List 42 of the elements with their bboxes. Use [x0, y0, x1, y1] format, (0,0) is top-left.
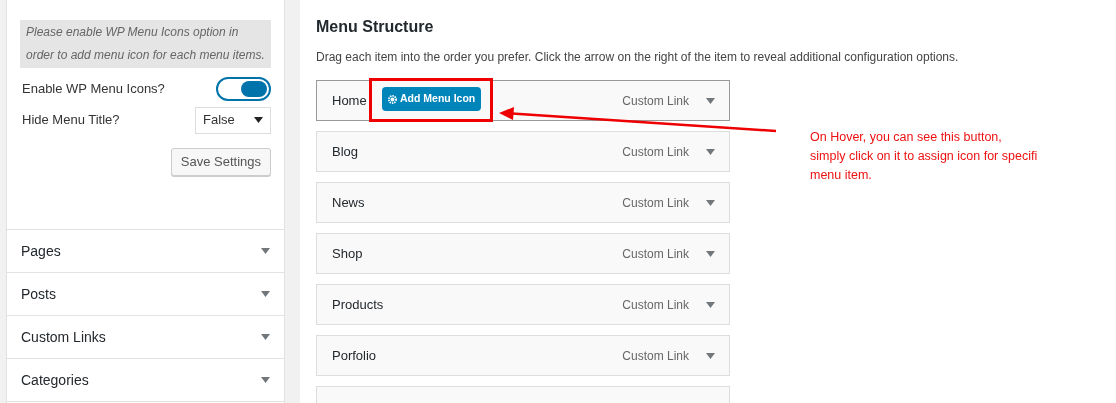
caret-icon [706, 199, 715, 206]
caret-icon [261, 248, 270, 254]
annotation-text: menu item. [810, 167, 873, 184]
menu-item[interactable]: Home Add Menu Icon Custom Link [316, 80, 730, 121]
item-title: Blog [332, 142, 359, 161]
caret-icon [261, 334, 270, 340]
caret-icon [261, 377, 270, 383]
item-type: Custom Link [622, 92, 689, 110]
caret-icon [261, 291, 270, 297]
notice-text: Please enable WP Menu Icons option in order to add menu icon for each menu items. [20, 20, 271, 68]
caret-icon [706, 97, 715, 104]
caret-icon [706, 250, 715, 257]
setting-label: Hide Menu Title? [22, 111, 120, 130]
add-menu-icon-button[interactable]: Add Menu Icon [382, 87, 482, 111]
item-title: Shop [332, 244, 363, 263]
item-type: Custom Link [622, 296, 689, 314]
menu-item[interactable]: Blog Custom Link [316, 131, 730, 172]
item-title: News [332, 193, 365, 212]
item-title: Products [332, 295, 384, 314]
caret-icon [706, 352, 715, 359]
dropdown-icon [254, 117, 263, 123]
select-field[interactable]: False [195, 106, 271, 134]
item-type: Custom Link [622, 143, 689, 161]
item-type: Custom Link [622, 194, 689, 212]
menu-item[interactable]: Products Custom Link [316, 284, 730, 325]
save-button[interactable]: Save Settings [170, 148, 271, 176]
item-type: Custom Link [622, 245, 689, 263]
item-type: Custom Link [622, 347, 689, 365]
description-text: Drag each item into the order you prefer. Click the arrow on the right of the item to reveal additional configuration options. [316, 49, 960, 65]
caret-icon [706, 301, 715, 308]
caret-icon [706, 148, 715, 155]
item-title: Home [332, 91, 367, 110]
item-title: Porfolio [332, 346, 377, 365]
menu-item[interactable]: Porfolio Custom Link [316, 335, 730, 376]
setting-label: Enable WP Menu Icons? [22, 80, 165, 99]
toggle-switch[interactable] [216, 77, 271, 101]
menu-item[interactable]: Shop Custom Link [316, 233, 730, 274]
menu-item[interactable]: News Custom Link [316, 182, 730, 223]
annotation-text: simply click on it to assign icon for specifi [810, 148, 1039, 165]
section-title: Menu Structure [316, 17, 435, 37]
annotation-text: On Hover, you can see this button, [810, 129, 1003, 146]
gear-icon [388, 94, 397, 104]
